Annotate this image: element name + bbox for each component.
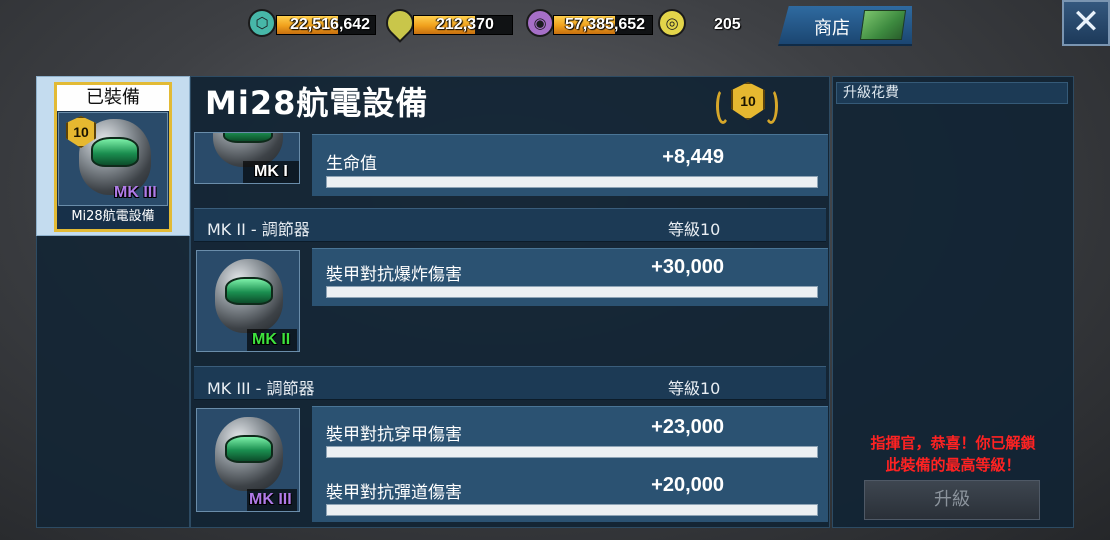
max-level-message-line1: 指揮官，恭喜！你已解鎖 — [870, 434, 1036, 452]
mk3-level: 等級10 — [668, 379, 721, 398]
mk3-stat2-bar — [326, 504, 818, 516]
panel-title: Mi28航電設備 — [205, 84, 429, 122]
mk2-stat-value: +30,000 — [651, 256, 724, 278]
close-button[interactable]: ✕ — [1062, 0, 1110, 46]
energy-orb-icon: ◉ — [526, 9, 554, 37]
equipped-mk-label: MK III — [114, 184, 157, 201]
mk2-stat-bar — [326, 286, 818, 298]
equipped-name: Mi28航電設備 — [71, 209, 155, 224]
mk3-stat2-label: 裝甲對抗彈道傷害 — [326, 483, 462, 503]
gold-coin-icon: ◎ — [658, 9, 686, 37]
gear-crystal-icon: ⬡ — [248, 9, 276, 37]
mk1-stat-bar — [326, 176, 818, 188]
mk3-stat1-value: +23,000 — [651, 416, 724, 438]
mk2-stat-label: 裝甲對抗爆炸傷害 — [326, 265, 462, 285]
mk3-title: MK III - 調節器 — [207, 379, 315, 398]
shop-label[interactable]: 商店 — [814, 14, 850, 40]
equipped-level: 10 — [73, 124, 89, 140]
resource-value-3: 57,385,652 — [565, 16, 646, 33]
resource-value-2: 212,370 — [436, 16, 494, 33]
mk3-stat2-value: +20,000 — [651, 474, 724, 496]
mk2-level: 等級10 — [668, 220, 721, 239]
resource-value-1: 22,516,642 — [290, 16, 371, 33]
mk2-title: MK II - 調節器 — [207, 220, 310, 239]
mk1-stat-label: 生命值 — [326, 154, 377, 174]
upgrade-cost-header: 升級花費 — [836, 82, 1068, 104]
upgrade-button[interactable]: 升級 — [864, 480, 1040, 520]
mk3-label: MK III — [249, 491, 292, 508]
laurel-left-icon — [716, 88, 730, 124]
mk3-stat1-label: 裝甲對抗穿甲傷害 — [326, 425, 462, 445]
mk2-label: MK II — [252, 331, 291, 348]
crate-icon[interactable] — [859, 10, 907, 40]
max-level-message-line2: 此裝備的最高等級！ — [885, 456, 1021, 474]
mk1-stat-value: +8,449 — [662, 146, 724, 168]
panel-level: 10 — [740, 93, 756, 109]
mk1-label: MK I — [254, 163, 288, 180]
equipped-header: 已裝備 — [57, 85, 169, 111]
max-level-message: 指揮官，恭喜！你已解鎖 此裝備的最高等級！ — [840, 432, 1066, 476]
mk3-stat1-bar — [326, 446, 818, 458]
laurel-right-icon — [764, 88, 778, 124]
resource-value-4: 205 — [714, 16, 741, 33]
